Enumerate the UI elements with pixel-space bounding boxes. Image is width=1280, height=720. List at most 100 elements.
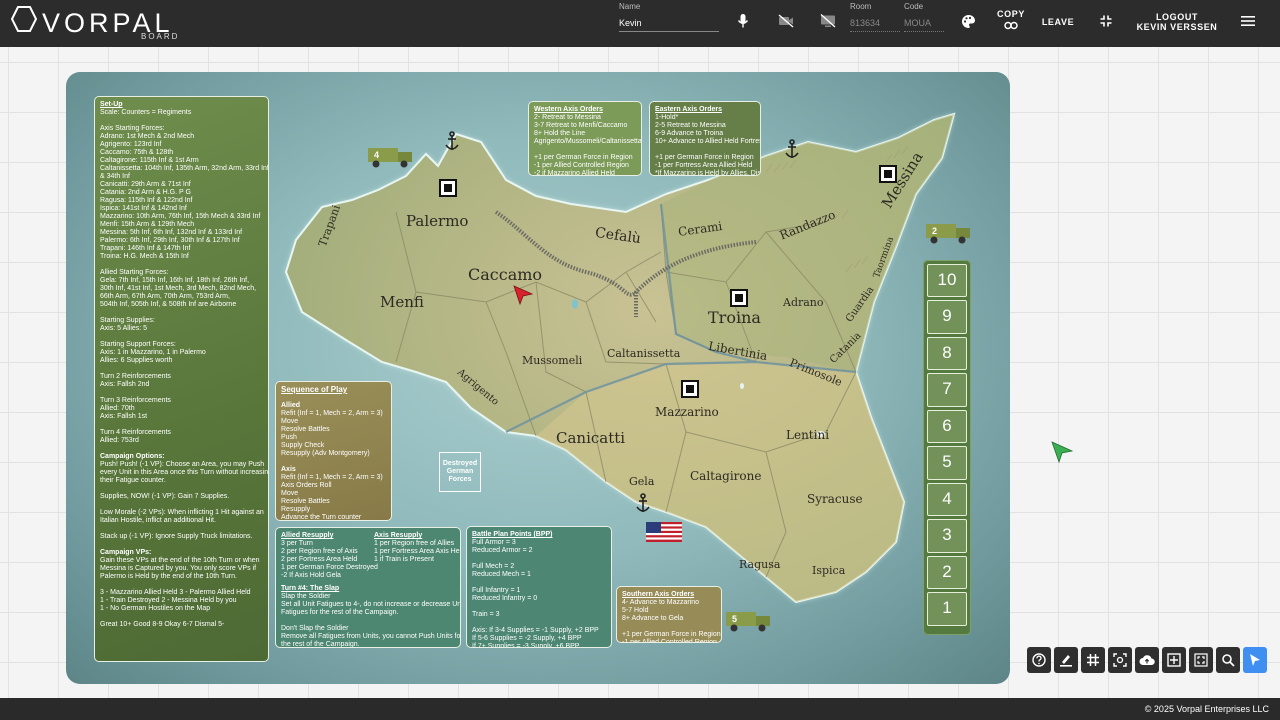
copy-button[interactable]: COPY: [994, 9, 1028, 30]
copyright-text: © 2025 Vorpal Enterprises LLC: [1144, 704, 1269, 714]
pointer-icon[interactable]: [1243, 647, 1267, 673]
fit-screen-icon[interactable]: [1189, 647, 1213, 673]
fortress-marker[interactable]: [681, 380, 699, 398]
destroyed-german-forces-box[interactable]: Destroyed German Forces: [439, 452, 481, 492]
turn-track-cell[interactable]: 10: [927, 264, 967, 298]
name-field[interactable]: Name Kevin: [619, 2, 719, 32]
place-mussomeli: Mussomeli: [522, 354, 583, 367]
southern-axis-orders-panel: Southern Axis Orders 4- Advance to Mazza…: [616, 586, 722, 643]
setup-line: Stack up (-1 VP): Ignore Supply Truck li…: [100, 533, 253, 540]
top-bar: VORPAL BOARD Name Kevin Room 813634 Code…: [0, 0, 1280, 47]
palette-icon[interactable]: [960, 13, 976, 29]
setup-line: [100, 525, 263, 533]
setup-line: [100, 501, 263, 509]
allied-resupply-title: Allied Resupply: [281, 532, 334, 539]
sequence-line: Resolve Battles: [281, 498, 330, 505]
setup-line: Scale: Counters = Regiments: [100, 109, 192, 116]
fortress-marker[interactable]: [879, 165, 897, 183]
setup-line: [100, 365, 263, 373]
name-input[interactable]: Kevin: [619, 15, 719, 32]
fortress-marker[interactable]: [730, 289, 748, 307]
panel-line: 4- Advance to Mazzarino: [622, 599, 700, 606]
fullscreen-exit-icon[interactable]: [1098, 13, 1114, 29]
setup-line: [100, 541, 263, 549]
panel-line: 1 per Region free of Allies: [374, 540, 455, 547]
turn-track-cell[interactable]: 7: [927, 373, 967, 407]
setup-line: Allied Starting Forces:: [100, 269, 169, 276]
remote-cursor-green-icon: [1051, 441, 1074, 464]
turn-track-cell[interactable]: 6: [927, 409, 967, 444]
grid-icon[interactable]: [1081, 647, 1105, 673]
game-board[interactable]: Palermo Trapani Caccamo Cefalù Cerami Ra…: [66, 72, 1010, 684]
room-value: 813634: [850, 15, 900, 32]
setup-line: Great 10+ Good 8-9 Okay 6-7 Dismal 5-: [100, 621, 225, 628]
resupply-panel: Allied Resupply 3 per Turn 2 per Region f…: [275, 527, 461, 648]
room-field: Room 813634: [850, 2, 900, 32]
setup-line: & 34th Inf: [100, 173, 130, 180]
setup-line: [100, 117, 263, 125]
sequence-line: Axis: [281, 466, 296, 473]
panel-line: [472, 603, 606, 611]
sequence-line: Move: [281, 418, 299, 425]
eastern-axis-orders-panel: Eastern Axis Orders 1-Hold* 2-5 Retreat t…: [649, 101, 761, 176]
axis-resupply-title: Axis Resupply: [374, 532, 423, 539]
vorpal-board-logo: VORPAL BOARD: [10, 5, 190, 43]
place-adrano: Adrano: [783, 296, 824, 309]
panel-line: +1 per German Force in Region: [655, 154, 754, 161]
setup-line: Catania: 2nd Arm & H.G. P G: [100, 189, 191, 196]
panel-line: [472, 579, 606, 587]
add-box-icon[interactable]: [1162, 647, 1186, 673]
panel-line: 3-7 Retreat to Menfi/Caccamo: [534, 122, 628, 129]
copy-label: COPY: [997, 9, 1025, 19]
panel-line: 2-5 Retreat to Messina: [655, 122, 726, 129]
turn-track-cell[interactable]: 9: [927, 300, 967, 334]
menu-icon[interactable]: [1240, 13, 1256, 29]
panel-line: -2 if Mazzarino Allied Held: [534, 170, 615, 176]
help-icon[interactable]: [1027, 647, 1051, 673]
footer: © 2025 Vorpal Enterprises LLC: [0, 698, 1280, 720]
place-canicatti: Canicatti: [556, 429, 626, 447]
turn-track-cell[interactable]: 4: [927, 482, 967, 517]
brush-icon[interactable]: [1054, 647, 1078, 673]
panel-line: *If Mazzarino is Held by Allies, Discard: [655, 170, 761, 176]
logout-button[interactable]: LOGOUT KEVIN VERSSEN: [1130, 12, 1224, 32]
room-label: Room: [850, 2, 872, 11]
panel-line: Full Armor = 3: [472, 539, 516, 546]
panel-line: [534, 146, 636, 154]
turn4-title: Turn #4: The Slap: [281, 585, 340, 592]
setup-line: Gela: 7th Inf, 15th Inf, 16th Inf, 18th …: [100, 277, 250, 284]
us-flag-icon: [646, 522, 682, 542]
turn-track-cell[interactable]: 8: [927, 336, 967, 371]
microphone-icon[interactable]: [735, 13, 751, 29]
turn-track-cell[interactable]: 5: [927, 446, 967, 480]
panel-line: Slap the Soldier: [281, 593, 331, 600]
camera-off-icon[interactable]: [778, 13, 794, 29]
supply-truck[interactable]: 5: [726, 612, 772, 632]
focus-icon[interactable]: [1108, 647, 1132, 673]
setup-line: Push! Push! (-1 VP): Choose an Area, you…: [100, 461, 265, 468]
setup-line: Palermo: 6th Inf, 29th Inf, 30th Inf & 1…: [100, 237, 240, 244]
panel-line: +1 per German Force in Region: [534, 154, 633, 161]
sequence-of-play-panel: Sequence of Play Allied Refit (Inf = 1, M…: [275, 381, 392, 521]
setup-line: Palermo is Held by the end of the 10th T…: [100, 573, 237, 580]
setup-line: Caccamo: 75th & 128th: [100, 149, 174, 156]
panel-line: [281, 617, 459, 625]
supply-truck[interactable]: 2: [926, 224, 972, 244]
turn-track-cell[interactable]: 2: [927, 555, 967, 590]
panel-line: the rest of the Campaign.: [281, 641, 360, 648]
panel-line: [472, 619, 606, 627]
fortress-marker[interactable]: [439, 179, 457, 197]
screen-share-off-icon[interactable]: [820, 13, 836, 29]
setup-line: Axis: Fallsh 2nd: [100, 381, 150, 388]
leave-button[interactable]: LEAVE: [1041, 17, 1075, 27]
turn-track-cell[interactable]: 3: [927, 519, 967, 553]
supply-truck[interactable]: 4: [368, 148, 414, 168]
setup-line: Supplies, NOW! (-1 VP): Gain 7 Supplies.: [100, 493, 230, 500]
turn-track-cell[interactable]: 1: [927, 592, 967, 626]
logo-hexagon-icon: [10, 6, 38, 32]
cloud-upload-icon[interactable]: [1135, 647, 1159, 673]
panel-line: 2 per Region free of Axis: [281, 548, 358, 555]
zoom-icon[interactable]: [1216, 647, 1240, 673]
destroyed-line1: Destroyed: [442, 460, 478, 467]
place-syracuse: Syracuse: [807, 492, 863, 506]
